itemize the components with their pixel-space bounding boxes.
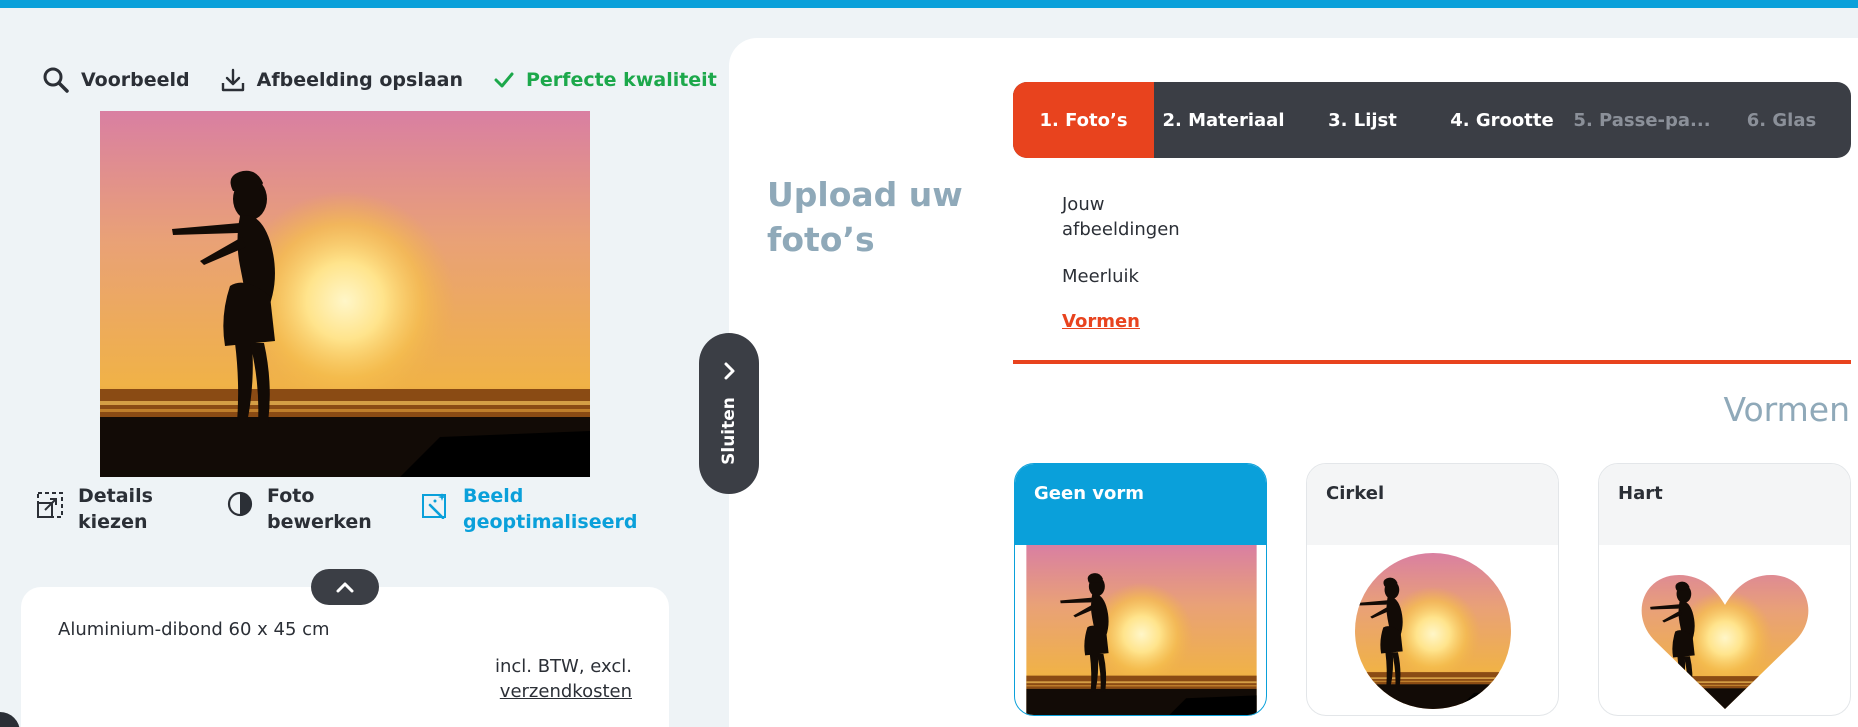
upload-title: Upload uw foto’s	[767, 175, 963, 259]
save-image-button[interactable]: Afbeelding opslaan	[220, 67, 463, 93]
step-frame[interactable]: 3. Lijst	[1293, 82, 1432, 158]
edit-photo-button[interactable]: Foto bewerken	[227, 483, 397, 535]
edit-photo-label: Foto bewerken	[267, 485, 372, 533]
preview-label: Voorbeeld	[81, 69, 190, 91]
shape-card-heart-label: Hart	[1599, 464, 1850, 545]
heart-shape-preview	[1641, 575, 1809, 709]
shape-card-none-preview	[1015, 545, 1266, 715]
step-passe-partout: 5. Passe-pa...	[1573, 109, 1711, 131]
step-photos[interactable]: 1. Foto’s	[1013, 82, 1154, 158]
download-icon	[221, 68, 244, 92]
submenu-shapes[interactable]: Vormen	[1062, 309, 1140, 334]
chat-button[interactable]	[0, 712, 20, 727]
preview-toolbar: Voorbeeld Afbeelding opslaan Perfecte kw…	[42, 66, 747, 94]
photo-preview	[100, 111, 590, 477]
shape-card-none[interactable]: Geen vorm	[1014, 463, 1267, 716]
magic-image-icon	[422, 493, 446, 519]
shapes-section-title: Vormen	[1723, 390, 1850, 429]
order-summary: Aluminium-dibond 60 x 45 cm incl. BTW, e…	[21, 587, 669, 727]
step-navigation: 1. Foto’s 2. Materiaal 3. Lijst 4. Groot…	[1013, 82, 1851, 158]
save-image-label: Afbeelding opslaan	[256, 69, 463, 91]
top-progress-bar	[0, 0, 1858, 8]
quality-indicator: Perfecte kwaliteit	[493, 69, 717, 91]
shape-card-none-label: Geen vorm	[1015, 464, 1266, 545]
submenu-multi-panel[interactable]: Meerluik	[1062, 264, 1139, 289]
step-size[interactable]: 4. Grootte	[1432, 82, 1572, 158]
submenu-your-images[interactable]: Jouw afbeeldingen	[1062, 192, 1192, 242]
crop-resize-icon	[37, 492, 63, 518]
shape-card-circle-preview	[1307, 545, 1558, 715]
shipping-costs-link[interactable]: verzendkosten	[500, 681, 632, 702]
image-optimized-button[interactable]: Beeld geoptimaliseerd	[421, 483, 638, 535]
step-glass: 6. Glas	[1746, 109, 1817, 131]
circle-shape-preview	[1355, 553, 1511, 709]
shape-card-circle[interactable]: Cirkel	[1306, 463, 1559, 716]
quality-label: Perfecte kwaliteit	[526, 69, 717, 91]
shape-card-heart-preview	[1599, 545, 1850, 715]
product-description: Aluminium-dibond 60 x 45 cm	[58, 619, 330, 640]
shape-card-circle-label: Cirkel	[1307, 464, 1558, 545]
shape-card-heart[interactable]: Hart	[1598, 463, 1851, 716]
contrast-icon	[227, 491, 253, 517]
step-material[interactable]: 2. Materiaal	[1154, 82, 1293, 158]
checkmark-icon	[494, 72, 514, 88]
image-optimized-label: Beeld geoptimaliseerd	[463, 485, 638, 533]
chevron-up-icon	[336, 582, 354, 593]
choose-details-button[interactable]: Details kiezen	[36, 483, 208, 535]
choose-details-label: Details kiezen	[78, 485, 153, 533]
price-note: incl. BTW, excl. verzendkosten	[495, 654, 632, 704]
tax-note: incl. BTW, excl.	[494, 656, 632, 677]
sunset-photo	[100, 111, 590, 477]
expand-summary-button[interactable]	[311, 569, 379, 605]
preview-button[interactable]: Voorbeeld	[42, 66, 190, 94]
section-divider	[1013, 360, 1851, 364]
magnifier-icon	[43, 67, 69, 93]
close-panel-button[interactable]: Sluiten	[699, 333, 759, 494]
rectangle-shape-preview	[1026, 545, 1257, 715]
chevron-right-icon	[724, 362, 735, 380]
close-panel-label: Sluiten	[719, 397, 739, 465]
